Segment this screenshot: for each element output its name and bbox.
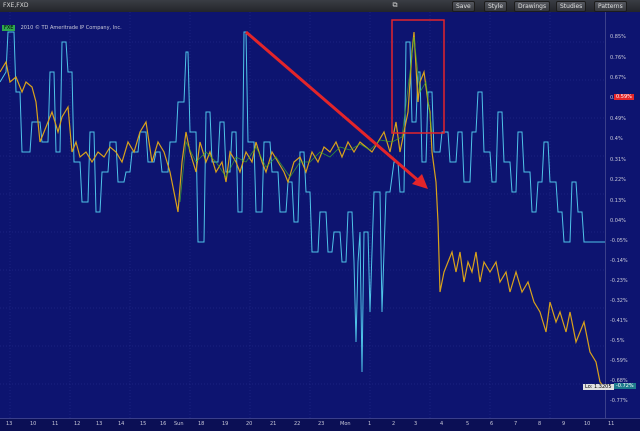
- trend-arrow-line: [245, 30, 421, 184]
- y-tick-label: -0.23%: [610, 278, 628, 284]
- y-tick-label: 0.85%: [610, 34, 626, 40]
- x-tick-label: 18: [198, 421, 205, 427]
- y-axis: 0.85% 0.76% 0.67% 0.58% 0.49% 0.4% 0.31%…: [605, 12, 640, 418]
- y-tick-label: 0.22%: [610, 177, 626, 183]
- low-price-label: Lo: 1.3205: [583, 384, 614, 390]
- x-tick-label: 10: [30, 421, 37, 427]
- x-tick-label: 7: [514, 421, 518, 427]
- x-tick-label: Sun: [174, 421, 184, 427]
- y-tick-label: -0.77%: [610, 398, 628, 404]
- save-button[interactable]: Save: [452, 1, 475, 12]
- current-value-badge: 0.59%: [614, 94, 634, 100]
- y-tick-label: 0.31%: [610, 157, 626, 163]
- x-tick-label: 11: [52, 421, 59, 427]
- x-tick-label: 2: [392, 421, 396, 427]
- x-tick-label: 1: [368, 421, 372, 427]
- y-tick-label: -0.5%: [610, 338, 625, 344]
- y-tick-label: 0.4%: [610, 136, 623, 142]
- y-tick-label: 0.76%: [610, 55, 626, 61]
- x-tick-label: 14: [118, 421, 125, 427]
- x-tick-label: 8: [538, 421, 542, 427]
- symbol-tag[interactable]: FXE: [2, 25, 16, 31]
- y-tick-label: 0.67%: [610, 75, 626, 81]
- y-tick-label: 0.04%: [610, 218, 626, 224]
- x-tick-label: 9: [562, 421, 566, 427]
- x-tick-label: 10: [584, 421, 591, 427]
- x-tick-label: 19: [222, 421, 229, 427]
- price-line-overlay: [179, 36, 433, 203]
- x-tick-label: 3: [414, 421, 418, 427]
- chart-svg: [0, 12, 605, 418]
- y-tick-label: -0.14%: [610, 258, 628, 264]
- y-tick-label: -0.59%: [610, 358, 628, 364]
- x-tick-label: 11: [608, 421, 615, 427]
- price-line: [0, 31, 605, 388]
- x-tick-label: 15: [140, 421, 147, 427]
- x-tick-label: 4: [440, 421, 444, 427]
- y-tick-label: -0.41%: [610, 318, 628, 324]
- studies-button[interactable]: Studies: [556, 1, 587, 12]
- y-tick-label: 0.49%: [610, 116, 626, 122]
- link-icon[interactable]: ⧉: [390, 1, 400, 10]
- x-tick-label: Mon: [340, 421, 351, 427]
- x-tick-label: 13: [96, 421, 103, 427]
- y-tick-label: 0.13%: [610, 198, 626, 204]
- patterns-button[interactable]: Patterns: [594, 1, 627, 12]
- y-tick-label: -0.32%: [610, 298, 628, 304]
- symbol-header: FXE 2010 © TD Ameritrade IP Company, Inc…: [2, 14, 122, 33]
- price-chart-pane[interactable]: [0, 12, 605, 418]
- drawings-button[interactable]: Drawings: [514, 1, 551, 12]
- x-axis: 13 10 11 12 13 14 15 16 Sun 18 19 20 21 …: [0, 418, 640, 431]
- indicator-line: [0, 31, 605, 373]
- x-tick-label: 6: [490, 421, 494, 427]
- symbol-field[interactable]: FXE,FXD: [3, 1, 28, 11]
- grid: [0, 12, 605, 418]
- x-tick-label: 23: [318, 421, 325, 427]
- x-tick-label: 12: [74, 421, 81, 427]
- last-value-badge: -0.72%: [614, 383, 636, 389]
- y-tick-label: -0.05%: [610, 238, 628, 244]
- style-button[interactable]: Style: [484, 1, 508, 12]
- copyright-text: 2010 © TD Ameritrade IP Company, Inc.: [20, 25, 122, 31]
- x-tick-label: 16: [160, 421, 167, 427]
- x-tick-label: 21: [270, 421, 277, 427]
- x-tick-label: 22: [294, 421, 301, 427]
- x-tick-label: 13: [6, 421, 13, 427]
- x-tick-label: 20: [246, 421, 253, 427]
- x-tick-label: 5: [466, 421, 470, 427]
